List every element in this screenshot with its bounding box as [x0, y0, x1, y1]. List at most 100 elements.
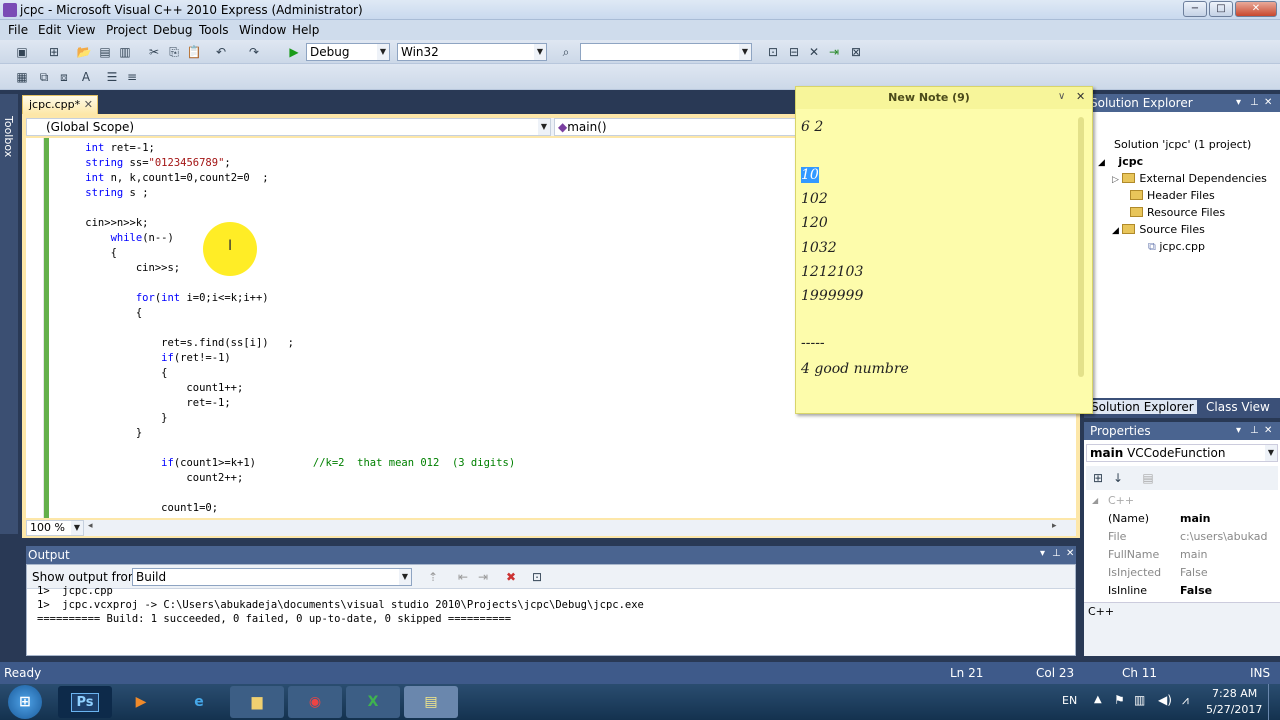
restore-button[interactable]: □	[1209, 1, 1233, 17]
taskbar-chrome[interactable]: ◉	[288, 686, 342, 718]
folder-external-dependencies[interactable]: ▷ External Dependencies	[1112, 172, 1267, 185]
taskbar-file-explorer[interactable]: ▆	[230, 686, 284, 718]
prev-message-icon[interactable]: ⇤	[455, 569, 471, 585]
extension-icon[interactable]: ⊠	[848, 44, 864, 60]
start-button[interactable]: ⊞	[8, 685, 42, 719]
taskbar-internet-explorer[interactable]: e	[172, 686, 226, 718]
note-menu-icon[interactable]: ∨	[1058, 91, 1065, 102]
clear-all-icon[interactable]: ✖	[503, 569, 519, 585]
menu-help[interactable]: Help	[292, 23, 319, 37]
wifi-icon[interactable]: ⩘	[1182, 693, 1189, 708]
close-pane-icon[interactable]: ✕	[1264, 94, 1272, 112]
start-debugging-icon[interactable]: ▶	[286, 44, 302, 60]
member-list-icon[interactable]: ▦	[14, 69, 30, 85]
properties-icon[interactable]: ⊟	[786, 44, 802, 60]
scroll-left-icon[interactable]: ◂	[88, 521, 93, 531]
open-file-icon[interactable]: 📂	[76, 44, 92, 60]
clock-date[interactable]: 5/27/2017	[1206, 703, 1262, 716]
complete-word-icon[interactable]: A	[78, 69, 94, 85]
property-row[interactable]: Filec:\users\abukadeja	[1084, 528, 1280, 546]
close-tab-icon[interactable]: ✕	[84, 98, 93, 111]
pin-icon[interactable]: ⊥	[1052, 548, 1061, 559]
undo-icon[interactable]: ↶	[213, 44, 229, 60]
copy-icon[interactable]: ⎘	[166, 44, 182, 60]
tab-class-view[interactable]: Class View	[1206, 400, 1270, 414]
note-close-icon[interactable]: ✕	[1076, 90, 1085, 103]
object-select[interactable]: main VCCodeFunction ▼	[1086, 444, 1278, 462]
menu-tools[interactable]: Tools	[199, 23, 229, 37]
close-pane-icon[interactable]: ✕	[1066, 548, 1074, 559]
property-row[interactable]: IsInjected False	[1084, 564, 1280, 582]
pin-icon[interactable]: ⊥	[1250, 422, 1259, 440]
menu-debug[interactable]: Debug	[153, 23, 192, 37]
toolbox-label[interactable]: Toolbox	[2, 116, 15, 157]
folder-resource-files[interactable]: Resource Files	[1130, 206, 1225, 219]
comment-icon[interactable]: ☰	[104, 69, 120, 85]
close-pane-icon[interactable]: ✕	[1264, 422, 1272, 440]
categorized-icon[interactable]: ⊞	[1090, 470, 1106, 486]
show-hidden-icons-icon[interactable]: ▲	[1094, 694, 1102, 705]
sticky-note-header[interactable]: New Note (9) ∨ ✕	[796, 87, 1092, 109]
taskbar-excel[interactable]: X	[346, 686, 400, 718]
add-item-icon[interactable]: ⊞	[46, 44, 62, 60]
next-message-icon[interactable]: ⇥	[475, 569, 491, 585]
folder-source-files[interactable]: ◢ Source Files	[1112, 223, 1205, 236]
find-input[interactable]: ▼	[580, 43, 752, 61]
menu-file[interactable]: File	[8, 23, 28, 37]
word-wrap-icon[interactable]: ⊡	[529, 569, 545, 585]
parameter-info-icon[interactable]: ⧉	[36, 69, 52, 85]
project-node[interactable]: ◢ jcpc	[1098, 155, 1143, 168]
quick-info-icon[interactable]: ⧈	[56, 69, 72, 85]
property-row[interactable]: IsInline False	[1084, 582, 1280, 600]
close-button[interactable]: ✕	[1235, 1, 1277, 17]
language-indicator[interactable]: EN	[1062, 694, 1077, 707]
property-row[interactable]: FullName main	[1084, 546, 1280, 564]
property-category[interactable]: ◢ C++	[1084, 492, 1280, 510]
network-icon[interactable]: ▥	[1134, 693, 1145, 707]
pane-menu-icon[interactable]: ▾	[1236, 422, 1241, 440]
toolbox-icon[interactable]: ✕	[806, 44, 822, 60]
toolbox-strip[interactable]: Toolbox	[0, 94, 18, 534]
new-project-icon[interactable]: ▣	[14, 44, 30, 60]
taskbar-sticky-notes[interactable]: ▤	[404, 686, 458, 718]
tab-solution-explorer[interactable]: Solution Explorer	[1088, 400, 1197, 414]
property-pages-icon[interactable]: ▤	[1140, 470, 1156, 486]
redo-icon[interactable]: ↷	[246, 44, 262, 60]
alphabetical-icon[interactable]: ↓	[1110, 470, 1126, 486]
note-scrollbar[interactable]	[1078, 117, 1084, 377]
menu-edit[interactable]: Edit	[38, 23, 61, 37]
taskbar-media-player[interactable]: ▶	[114, 686, 168, 718]
scroll-right-icon[interactable]: ▸	[1052, 521, 1057, 531]
save-icon[interactable]: ▤	[97, 44, 113, 60]
solution-config-select[interactable]: Debug ▼	[306, 43, 390, 61]
pin-icon[interactable]: ⊥	[1250, 94, 1259, 112]
cut-icon[interactable]: ✂	[146, 44, 162, 60]
uncomment-icon[interactable]: ≡	[124, 69, 140, 85]
sticky-note-window[interactable]: New Note (9) ∨ ✕ 6 2 10 102 120 1032 1212103 1…	[795, 86, 1093, 414]
pane-menu-icon[interactable]: ▾	[1040, 548, 1045, 559]
goto-location-icon[interactable]: ⇡	[425, 569, 441, 585]
save-all-icon[interactable]: ▥	[117, 44, 133, 60]
folder-header-files[interactable]: Header Files	[1130, 189, 1215, 202]
menu-window[interactable]: Window	[239, 23, 286, 37]
scope-select[interactable]: (Global Scope) ▼	[26, 118, 551, 136]
volume-icon[interactable]: ◀)	[1158, 693, 1172, 707]
taskbar-photoshop[interactable]: Ps	[58, 686, 112, 718]
menu-project[interactable]: Project	[106, 23, 147, 37]
menu-view[interactable]: View	[67, 23, 95, 37]
find-in-files-icon[interactable]: ⌕	[558, 44, 574, 60]
paste-icon[interactable]: 📋	[186, 44, 202, 60]
show-desktop-button[interactable]	[1268, 684, 1280, 720]
action-center-icon[interactable]: ⚑	[1114, 693, 1125, 707]
solution-explorer-icon[interactable]: ⊡	[765, 44, 781, 60]
property-row[interactable]: (Name) main	[1084, 510, 1280, 528]
minimize-button[interactable]: −	[1183, 1, 1207, 17]
pane-menu-icon[interactable]: ▾	[1236, 94, 1241, 112]
file-jcpc-cpp[interactable]: ⧉ jcpc.cpp	[1148, 240, 1205, 254]
document-tab-jcpc[interactable]: jcpc.cpp* ✕	[22, 95, 98, 114]
solution-node[interactable]: Solution 'jcpc' (1 project)	[1114, 138, 1251, 151]
platform-select[interactable]: Win32 ▼	[397, 43, 547, 61]
clock-time[interactable]: 7:28 AM	[1212, 687, 1257, 700]
output-source-select[interactable]: Build ▼	[132, 568, 412, 586]
zoom-select[interactable]: 100 % ▼	[26, 520, 84, 536]
